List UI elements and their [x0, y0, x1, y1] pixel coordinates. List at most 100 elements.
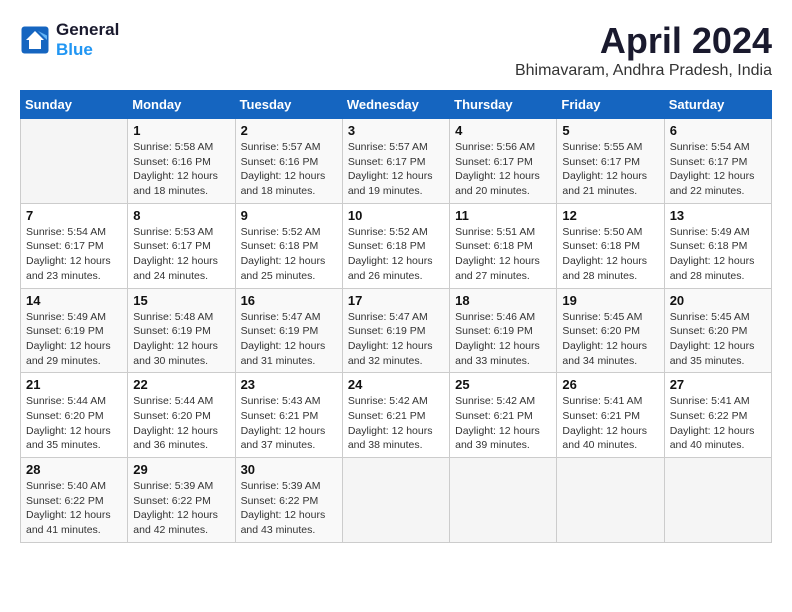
- calendar-cell: 30Sunrise: 5:39 AMSunset: 6:22 PMDayligh…: [235, 458, 342, 543]
- weekday-header-cell: Monday: [128, 91, 235, 119]
- day-number: 6: [670, 123, 766, 138]
- calendar-cell: 17 Sunrise: 5:47 AMSunset: 6:19 PMDayligh…: [342, 288, 449, 373]
- weekday-header-cell: Saturday: [664, 91, 771, 119]
- calendar-cell: 1Sunrise: 5:58 AMSunset: 6:16 PMDaylight…: [128, 119, 235, 204]
- calendar-cell: 15 Sunrise: 5:48 AMSunset: 6:19 PMDayligh…: [128, 288, 235, 373]
- logo-icon: [20, 25, 50, 55]
- calendar-cell: 23 Sunrise: 5:43 AMSunset: 6:21 PMDayligh…: [235, 373, 342, 458]
- header: General Blue April 2024 Bhimavaram, Andh…: [20, 20, 772, 80]
- day-info: Sunrise: 5:45 AMSunset: 6:20 PMDaylight:…: [562, 310, 658, 369]
- calendar-cell: 10Sunrise: 5:52 AMSunset: 6:18 PMDayligh…: [342, 203, 449, 288]
- day-number: 7: [26, 208, 122, 223]
- calendar-cell: 18 Sunrise: 5:46 AMSunset: 6:19 PMDayligh…: [450, 288, 557, 373]
- day-info: Sunrise: 5:44 AMSunset: 6:20 PMDaylight:…: [26, 394, 122, 453]
- calendar-cell: 27 Sunrise: 5:41 AMSunset: 6:22 PMDayligh…: [664, 373, 771, 458]
- weekday-header-cell: Thursday: [450, 91, 557, 119]
- day-info: Sunrise: 5:52 AMSunset: 6:18 PMDaylight:…: [348, 225, 444, 284]
- day-number: 20: [670, 293, 766, 308]
- day-number: 22: [133, 377, 229, 392]
- calendar-cell: 25 Sunrise: 5:42 AMSunset: 6:21 PMDayligh…: [450, 373, 557, 458]
- day-number: 5: [562, 123, 658, 138]
- calendar-cell: 26Sunrise: 5:41 AMSunset: 6:21 PMDayligh…: [557, 373, 664, 458]
- weekday-header-cell: Friday: [557, 91, 664, 119]
- calendar-cell: 4 Sunrise: 5:56 AMSunset: 6:17 PMDaylight…: [450, 119, 557, 204]
- day-info: Sunrise: 5:57 AMSunset: 6:16 PMDaylight:…: [241, 140, 337, 199]
- calendar-cell: 14 Sunrise: 5:49 AMSunset: 6:19 PMDayligh…: [21, 288, 128, 373]
- day-number: 24: [348, 377, 444, 392]
- day-info: Sunrise: 5:51 AMSunset: 6:18 PMDaylight:…: [455, 225, 551, 284]
- day-number: 3: [348, 123, 444, 138]
- calendar-cell: 28Sunrise: 5:40 AMSunset: 6:22 PMDayligh…: [21, 458, 128, 543]
- day-number: 12: [562, 208, 658, 223]
- day-info: Sunrise: 5:40 AMSunset: 6:22 PMDaylight:…: [26, 479, 122, 538]
- calendar-cell: 22 Sunrise: 5:44 AMSunset: 6:20 PMDayligh…: [128, 373, 235, 458]
- calendar-cell: 13 Sunrise: 5:49 AMSunset: 6:18 PMDayligh…: [664, 203, 771, 288]
- day-info: Sunrise: 5:54 AMSunset: 6:17 PMDaylight:…: [670, 140, 766, 199]
- day-info: Sunrise: 5:39 AMSunset: 6:22 PMDaylight:…: [133, 479, 229, 538]
- logo: General Blue: [20, 20, 119, 60]
- day-info: Sunrise: 5:43 AMSunset: 6:21 PMDaylight:…: [241, 394, 337, 453]
- day-number: 17: [348, 293, 444, 308]
- day-number: 18: [455, 293, 551, 308]
- day-number: 16: [241, 293, 337, 308]
- day-info: Sunrise: 5:45 AMSunset: 6:20 PMDaylight:…: [670, 310, 766, 369]
- day-info: Sunrise: 5:49 AMSunset: 6:19 PMDaylight:…: [26, 310, 122, 369]
- day-number: 30: [241, 462, 337, 477]
- title-area: April 2024 Bhimavaram, Andhra Pradesh, I…: [515, 20, 772, 80]
- calendar-cell: 5 Sunrise: 5:55 AMSunset: 6:17 PMDaylight…: [557, 119, 664, 204]
- calendar-cell: 9Sunrise: 5:52 AMSunset: 6:18 PMDaylight…: [235, 203, 342, 288]
- weekday-header-row: SundayMondayTuesdayWednesdayThursdayFrid…: [21, 91, 772, 119]
- day-info: Sunrise: 5:44 AMSunset: 6:20 PMDaylight:…: [133, 394, 229, 453]
- day-number: 14: [26, 293, 122, 308]
- calendar-cell: 11 Sunrise: 5:51 AMSunset: 6:18 PMDayligh…: [450, 203, 557, 288]
- calendar-cell: 6 Sunrise: 5:54 AMSunset: 6:17 PMDaylight…: [664, 119, 771, 204]
- calendar-cell: [664, 458, 771, 543]
- day-info: Sunrise: 5:42 AMSunset: 6:21 PMDaylight:…: [455, 394, 551, 453]
- day-number: 27: [670, 377, 766, 392]
- month-year: April 2024: [515, 20, 772, 62]
- calendar-cell: [21, 119, 128, 204]
- calendar-cell: 24 Sunrise: 5:42 AMSunset: 6:21 PMDayligh…: [342, 373, 449, 458]
- calendar-body: 1Sunrise: 5:58 AMSunset: 6:16 PMDaylight…: [21, 119, 772, 543]
- weekday-header-cell: Tuesday: [235, 91, 342, 119]
- day-number: 26: [562, 377, 658, 392]
- day-info: Sunrise: 5:47 AMSunset: 6:19 PMDaylight:…: [348, 310, 444, 369]
- day-number: 15: [133, 293, 229, 308]
- calendar-cell: 12 Sunrise: 5:50 AMSunset: 6:18 PMDayligh…: [557, 203, 664, 288]
- day-info: Sunrise: 5:49 AMSunset: 6:18 PMDaylight:…: [670, 225, 766, 284]
- logo-text: General Blue: [56, 20, 119, 60]
- day-number: 2: [241, 123, 337, 138]
- calendar-table: SundayMondayTuesdayWednesdayThursdayFrid…: [20, 90, 772, 543]
- day-info: Sunrise: 5:52 AMSunset: 6:18 PMDaylight:…: [241, 225, 337, 284]
- day-number: 21: [26, 377, 122, 392]
- day-number: 23: [241, 377, 337, 392]
- day-info: Sunrise: 5:47 AMSunset: 6:19 PMDaylight:…: [241, 310, 337, 369]
- day-info: Sunrise: 5:42 AMSunset: 6:21 PMDaylight:…: [348, 394, 444, 453]
- day-info: Sunrise: 5:53 AMSunset: 6:17 PMDaylight:…: [133, 225, 229, 284]
- day-number: 19: [562, 293, 658, 308]
- calendar-cell: 20 Sunrise: 5:45 AMSunset: 6:20 PMDayligh…: [664, 288, 771, 373]
- day-number: 13: [670, 208, 766, 223]
- day-info: Sunrise: 5:57 AMSunset: 6:17 PMDaylight:…: [348, 140, 444, 199]
- calendar-cell: 29Sunrise: 5:39 AMSunset: 6:22 PMDayligh…: [128, 458, 235, 543]
- day-number: 4: [455, 123, 551, 138]
- day-info: Sunrise: 5:46 AMSunset: 6:19 PMDaylight:…: [455, 310, 551, 369]
- calendar-cell: [557, 458, 664, 543]
- day-info: Sunrise: 5:50 AMSunset: 6:18 PMDaylight:…: [562, 225, 658, 284]
- calendar-week-row: 7 Sunrise: 5:54 AMSunset: 6:17 PMDaylight…: [21, 203, 772, 288]
- day-number: 25: [455, 377, 551, 392]
- calendar-week-row: 14 Sunrise: 5:49 AMSunset: 6:19 PMDayligh…: [21, 288, 772, 373]
- day-info: Sunrise: 5:56 AMSunset: 6:17 PMDaylight:…: [455, 140, 551, 199]
- calendar-week-row: 28Sunrise: 5:40 AMSunset: 6:22 PMDayligh…: [21, 458, 772, 543]
- day-info: Sunrise: 5:41 AMSunset: 6:22 PMDaylight:…: [670, 394, 766, 453]
- weekday-header-cell: Wednesday: [342, 91, 449, 119]
- calendar-week-row: 1Sunrise: 5:58 AMSunset: 6:16 PMDaylight…: [21, 119, 772, 204]
- day-info: Sunrise: 5:58 AMSunset: 6:16 PMDaylight:…: [133, 140, 229, 199]
- day-info: Sunrise: 5:55 AMSunset: 6:17 PMDaylight:…: [562, 140, 658, 199]
- calendar-cell: 2 Sunrise: 5:57 AMSunset: 6:16 PMDaylight…: [235, 119, 342, 204]
- day-info: Sunrise: 5:48 AMSunset: 6:19 PMDaylight:…: [133, 310, 229, 369]
- day-number: 11: [455, 208, 551, 223]
- calendar-cell: 3 Sunrise: 5:57 AMSunset: 6:17 PMDaylight…: [342, 119, 449, 204]
- weekday-header-cell: Sunday: [21, 91, 128, 119]
- day-info: Sunrise: 5:54 AMSunset: 6:17 PMDaylight:…: [26, 225, 122, 284]
